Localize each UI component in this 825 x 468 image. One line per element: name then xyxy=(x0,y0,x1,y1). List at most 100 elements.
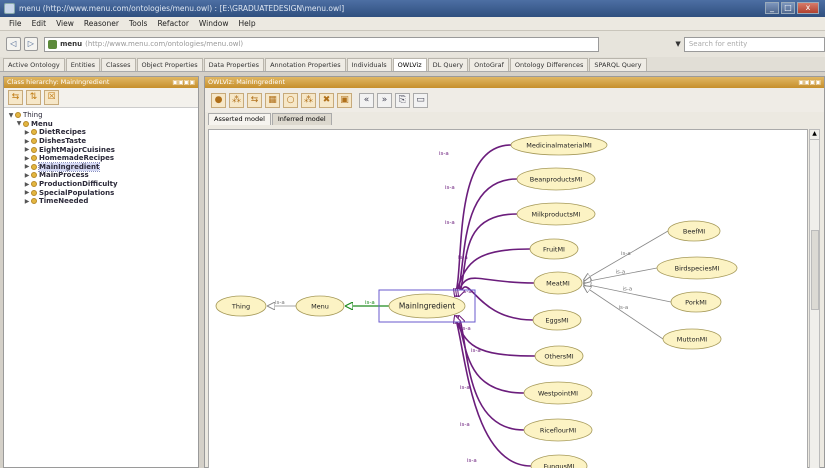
class-node-pork[interactable]: PorkMI xyxy=(670,291,722,313)
collapsed-twisty-icon[interactable]: ▶ xyxy=(23,189,31,196)
menu-reasoner[interactable]: Reasoner xyxy=(79,19,124,28)
delete-class-icon[interactable]: ☒ xyxy=(44,90,59,105)
class-node-medicinal[interactable]: MedicinalmaterialMI xyxy=(510,134,608,156)
class-node-milk[interactable]: MilkproductsMI xyxy=(516,202,596,226)
tree-item-timeneeded[interactable]: ▶ TimeNeeded xyxy=(7,197,198,206)
class-node-meat[interactable]: MeatMI xyxy=(533,271,583,295)
class-node-thing[interactable]: Thing xyxy=(215,295,267,317)
show-class-icon[interactable]: ● xyxy=(211,92,226,108)
graph-canvas[interactable]: is-a is-a is-a is-a is-a is-a is-a is-a is-a is-a… xyxy=(208,129,808,468)
class-node-birds[interactable]: BirdspeciesMI xyxy=(656,256,738,280)
collapsed-twisty-icon[interactable]: ▶ xyxy=(23,172,31,179)
menu-edit[interactable]: Edit xyxy=(27,19,52,28)
app-icon xyxy=(4,3,15,14)
class-node-bean[interactable]: BeanproductsMI xyxy=(516,167,596,191)
tab-sparql-query[interactable]: SPARQL Query xyxy=(589,58,647,71)
tree-item-label: Menu xyxy=(31,119,53,128)
class-node-mutton[interactable]: MuttonMI xyxy=(662,328,722,350)
add-subclass-icon[interactable]: ⇆ xyxy=(8,90,23,105)
tree-item-dietrecipes[interactable]: ▶ DietRecipes xyxy=(7,128,198,137)
menu-refactor[interactable]: Refactor xyxy=(152,19,193,28)
menu-tools[interactable]: Tools xyxy=(124,19,152,28)
tree-item-eightmajorcuisines[interactable]: ▶ EightMajorCuisines xyxy=(7,145,198,154)
collapsed-twisty-icon[interactable]: ▶ xyxy=(23,138,31,145)
hide-subclasses-icon[interactable]: ⁂ xyxy=(301,92,316,108)
expanded-twisty-icon[interactable]: ▼ xyxy=(7,112,15,119)
class-node-eggs[interactable]: EggsMI xyxy=(532,309,582,331)
options-icon[interactable]: ▣ xyxy=(337,92,352,108)
vertical-scrollbar[interactable]: ▲ xyxy=(809,129,820,468)
edge-label-riceflour: is-a xyxy=(460,422,470,428)
tab-ontology-differences[interactable]: Ontology Differences xyxy=(509,58,589,71)
class-node-others[interactable]: OthersMI xyxy=(534,345,584,367)
tree-item-productiondifficulty[interactable]: ▶ ProductionDifficulty xyxy=(7,180,198,189)
tab-inferred-model[interactable]: Inferred model xyxy=(271,113,332,125)
tab-dl-query[interactable]: DL Query xyxy=(427,58,469,71)
show-all-icon[interactable]: ▦ xyxy=(265,92,280,108)
tab-entities[interactable]: Entities xyxy=(65,58,101,71)
class-hierarchy-panel: Class hierarchy: MainIngredient ▣▣▣▣ ⇆ ⇅… xyxy=(3,76,199,468)
maximize-button[interactable]: □ xyxy=(781,2,795,14)
collapsed-twisty-icon[interactable]: ▶ xyxy=(23,163,31,170)
class-graph[interactable]: is-a is-a is-a is-a is-a is-a is-a is-a is-a is-a… xyxy=(209,130,808,468)
class-hierarchy-toolbar: ⇆ ⇅ ☒ xyxy=(4,88,198,108)
tree-item-specialpopulations[interactable]: ▶ SpecialPopulations xyxy=(7,188,198,197)
menu-file[interactable]: File xyxy=(4,19,27,28)
hide-all-icon[interactable]: ✖ xyxy=(319,92,334,108)
ontology-dropdown-icon[interactable]: ▼ xyxy=(672,37,684,52)
collapsed-twisty-icon[interactable]: ▶ xyxy=(23,155,31,162)
zoom-in-icon[interactable]: « xyxy=(359,92,374,108)
tab-annotation-properties[interactable]: Annotation Properties xyxy=(265,58,346,71)
tab-data-properties[interactable]: Data Properties xyxy=(203,58,265,71)
class-node-riceflour[interactable]: RiceflourMI xyxy=(523,418,593,442)
tab-active-ontology[interactable]: Active Ontology xyxy=(3,58,65,71)
collapsed-twisty-icon[interactable]: ▶ xyxy=(23,181,31,188)
tab-ontograf[interactable]: OntoGraf xyxy=(469,58,509,71)
tree-item-label: MainProcess xyxy=(39,171,89,180)
tab-classes[interactable]: Classes xyxy=(101,58,136,71)
tab-individuals[interactable]: Individuals xyxy=(346,58,392,71)
fit-icon[interactable]: ▭ xyxy=(413,92,428,108)
tree-item-dishestaste[interactable]: ▶ DishesTaste xyxy=(7,137,198,146)
scroll-thumb[interactable] xyxy=(811,230,819,310)
menu-window[interactable]: Window xyxy=(194,19,234,28)
back-button[interactable]: ◁ xyxy=(6,37,21,51)
menu-help[interactable]: Help xyxy=(233,19,260,28)
expanded-twisty-icon[interactable]: ▼ xyxy=(15,120,23,127)
tree-item-mainprocess[interactable]: ▶ MainProcess xyxy=(7,171,198,180)
entity-search-input[interactable]: Search for entity xyxy=(683,36,825,52)
class-node-westpoint[interactable]: WestpointMI xyxy=(523,381,593,405)
tree-item-menu[interactable]: ▼ Menu xyxy=(7,120,198,129)
ontology-uri: (http://www.menu.com/ontologies/menu.owl… xyxy=(85,40,244,48)
ontology-address-field[interactable]: menu (http://www.menu.com/ontologies/men… xyxy=(44,36,600,52)
class-node-fungus[interactable]: FungusMI xyxy=(530,454,588,468)
tree-item-thing[interactable]: ▼ Thing xyxy=(7,111,198,120)
collapsed-twisty-icon[interactable]: ▶ xyxy=(23,198,31,205)
class-node-fruit[interactable]: FruitMI xyxy=(529,238,579,260)
menu-view[interactable]: View xyxy=(51,19,79,28)
class-node-menu[interactable]: Menu xyxy=(295,295,345,317)
collapsed-twisty-icon[interactable]: ▶ xyxy=(23,129,31,136)
minimize-button[interactable]: _ xyxy=(765,2,779,14)
forward-button[interactable]: ▷ xyxy=(23,37,39,51)
class-node-main[interactable]: MainIngredient xyxy=(388,293,466,319)
tree-item-label: SpecialPopulations xyxy=(39,188,115,197)
panel-header-buttons[interactable]: ▣▣▣▣ xyxy=(172,77,195,88)
export-icon[interactable]: ⎘ xyxy=(395,92,410,108)
class-node-beef[interactable]: BeefMI xyxy=(667,220,721,242)
hide-class-icon[interactable]: ○ xyxy=(283,92,298,108)
owlviz-header-buttons[interactable]: ▣▣▣▣ xyxy=(798,77,821,88)
zoom-out-icon[interactable]: » xyxy=(377,92,392,108)
collapsed-twisty-icon[interactable]: ▶ xyxy=(23,146,31,153)
edge-label-main-menu: is-a xyxy=(365,300,375,306)
scroll-up-icon[interactable]: ▲ xyxy=(810,130,819,140)
tab-owlviz[interactable]: OWLViz xyxy=(392,58,427,71)
add-sibling-icon[interactable]: ⇅ xyxy=(26,90,41,105)
tab-asserted-model[interactable]: Asserted model xyxy=(208,113,271,125)
tab-object-properties[interactable]: Object Properties xyxy=(136,58,203,71)
show-superclasses-icon[interactable]: ⇆ xyxy=(247,92,262,108)
tree-item-mainingredient[interactable]: ▶ MainIngredient xyxy=(7,161,198,172)
close-button[interactable]: x xyxy=(797,2,819,14)
tree-item-homemaderecipes[interactable]: ▶ HomemadeRecipes xyxy=(7,154,198,163)
show-subclasses-icon[interactable]: ⁂ xyxy=(229,92,244,108)
